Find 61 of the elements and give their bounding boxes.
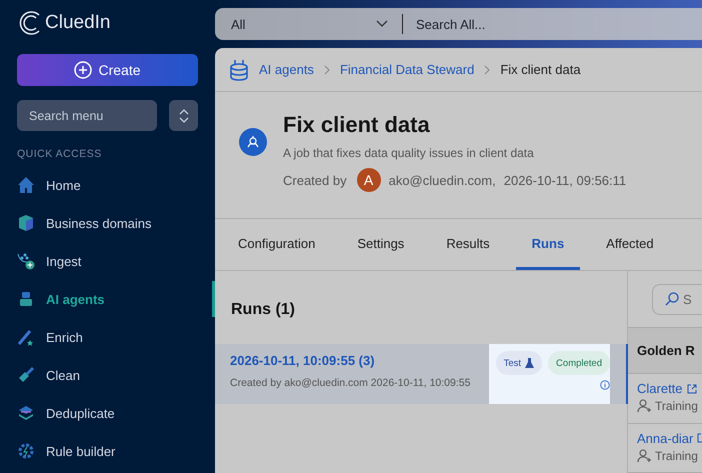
database-icon [229,58,249,80]
run-title: 2026-10-11, 10:09:55 (3) [230,353,376,368]
record-link[interactable]: Clarette [637,381,683,396]
section-title: QUICK ACCESS [17,148,103,160]
chevron-right-icon [324,64,330,74]
record-link[interactable]: Anna-diar [637,430,694,446]
page-description: A job that fixes data quality issues in client data [283,146,535,160]
runs-title: Runs (1) [231,301,295,318]
tab[interactable]: Configuration [222,219,332,270]
sidebar-item[interactable]: Home [46,178,81,192]
flask-icon [525,358,534,368]
chevron-down-icon [376,20,388,28]
user-plus-icon [637,448,651,463]
sidebar-item[interactable]: Deduplicate [46,406,115,420]
wand-icon [17,328,35,346]
global-search-field[interactable]: All Search All... [215,8,702,40]
home-icon [17,176,35,194]
brush-icon [17,366,35,384]
author-email: ako@cluedin.com, [388,172,496,188]
sidebar-item[interactable]: Clean [46,368,80,382]
chevron-right-icon [484,64,490,74]
plus-circle-icon [74,61,92,79]
page-title: Fix client data [283,112,431,138]
info-icon [600,380,610,390]
breadcrumb-link[interactable]: Financial Data Steward [340,62,474,77]
tab[interactable]: Affected [590,219,670,270]
run-subtitle: Created by ako@cluedin.com 2026-10-11, 10:09:55 [230,377,470,389]
sidebar-item[interactable]: AI agents [46,292,105,306]
scope-dropdown[interactable]: All [215,14,403,34]
search-icon [665,292,679,306]
active-indicator [212,281,215,317]
column-header: Golden R [628,326,702,374]
robot-icon [17,290,35,308]
sort-button[interactable] [169,100,198,131]
gear-icon [17,442,35,460]
record-source: Training [655,399,698,414]
breadcrumb-link[interactable]: AI agents [259,62,314,77]
chevrons-icon [178,108,188,122]
tab[interactable]: Settings [341,219,420,270]
sidebar-item[interactable]: Ingest [46,254,82,268]
cube-icon [17,214,35,232]
sidebar-item[interactable]: Rule builder [46,444,116,458]
status-badge: Completed [548,351,610,375]
dots-plus-icon [17,252,35,270]
breadcrumb-current: Fix client data [500,62,581,77]
user-plus-icon [637,399,651,414]
created-label: Created by [283,172,347,188]
sidebar-item[interactable]: Business domains [46,216,152,230]
created-date: 2026-10-11, 09:56:11 [504,172,626,188]
logo-text: CluedIn [45,12,110,34]
create-button[interactable]: Create [17,54,198,86]
record-source: Training [655,448,698,463]
tab[interactable]: Results [430,219,506,270]
tab[interactable]: Runs [516,219,580,270]
sidebar-item[interactable]: Enrich [46,330,83,344]
avatar: A [356,168,381,192]
type-badge: Test [496,351,542,375]
search-field[interactable]: Search menu [17,100,157,131]
external-link-icon [686,384,697,394]
run-row[interactable]: 2026-10-11, 10:09:55 (3) Created by ako@cluedin.com 2026-10-11, 10:09:55 Test Completed [215,344,628,404]
layers-icon [17,404,35,422]
